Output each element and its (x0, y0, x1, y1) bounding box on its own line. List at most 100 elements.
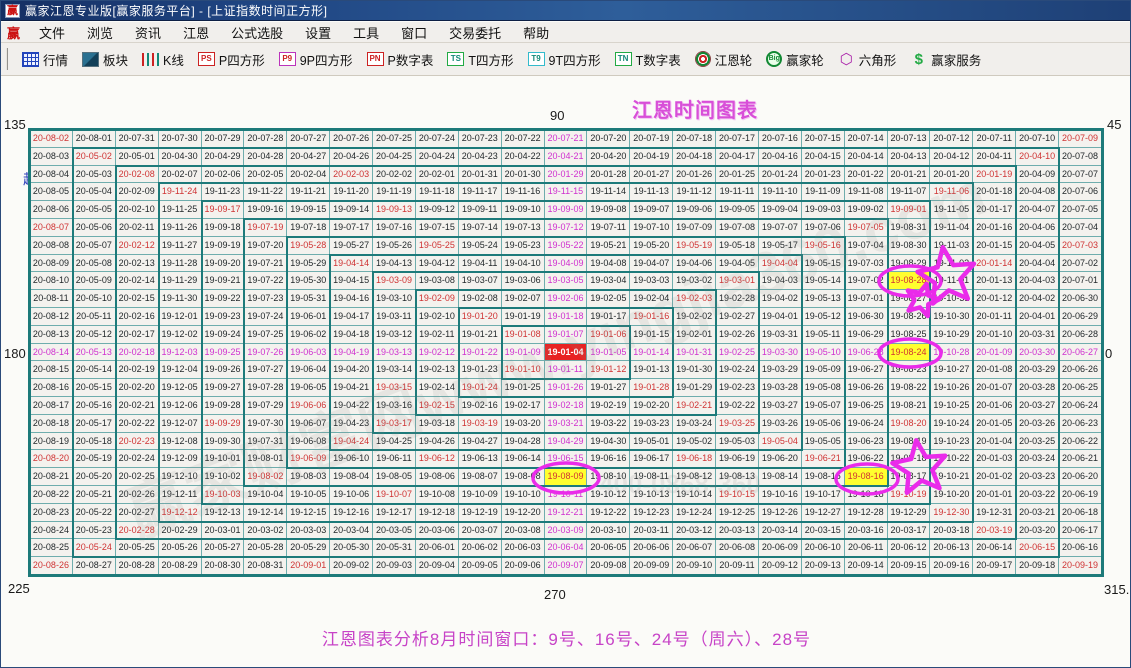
date-cell: 19-02-23 (716, 379, 759, 397)
toolbar-button[interactable]: K线 (135, 48, 191, 71)
date-cell: 19-02-25 (716, 344, 759, 362)
date-cell: 20-05-24 (73, 539, 116, 557)
date-cell: 19-01-26 (545, 379, 588, 397)
date-cell: 20-04-15 (802, 148, 845, 166)
toolbar-button[interactable]: 行情 (15, 48, 75, 71)
date-cell: 20-01-15 (973, 237, 1016, 255)
date-cell: 19-06-21 (802, 450, 845, 468)
menu-item[interactable]: 窗口 (390, 22, 438, 43)
menu-item[interactable]: 浏览 (76, 22, 124, 43)
date-cell: 20-01-21 (888, 166, 931, 184)
toolbar-button[interactable]: T99T四方形 (521, 48, 608, 71)
date-cell: 20-08-28 (116, 557, 159, 575)
date-cell: 19-04-27 (459, 433, 502, 451)
date-cell: 20-07-25 (373, 130, 416, 148)
date-cell: 20-02-02 (373, 166, 416, 184)
date-cell: 19-10-26 (930, 379, 973, 397)
date-cell: 20-03-16 (845, 522, 888, 540)
date-cell: 19-12-25 (716, 504, 759, 522)
date-cell: 19-06-11 (373, 450, 416, 468)
date-cell: 20-03-05 (373, 522, 416, 540)
date-cell: 19-10-23 (930, 433, 973, 451)
date-cell: 20-04-21 (545, 148, 588, 166)
menu-item[interactable]: 帮助 (512, 22, 560, 43)
date-cell: 19-11-12 (673, 183, 716, 201)
date-cell: 19-02-24 (716, 361, 759, 379)
date-cell: 20-08-22 (30, 486, 73, 504)
date-cell: 19-06-13 (459, 450, 502, 468)
date-cell: 19-04-04 (759, 255, 802, 273)
date-cell: 19-07-06 (802, 219, 845, 237)
toolbar-button[interactable]: 板块 (75, 48, 135, 71)
menu-item[interactable]: 公式选股 (220, 22, 294, 43)
date-cell: 19-12-04 (159, 361, 202, 379)
toolbar-button[interactable]: TNT数字表 (608, 48, 688, 71)
toolbar-button[interactable]: P99P四方形 (272, 48, 360, 71)
toolbar-items: 行情板块K线PSP四方形P99P四方形PNP数字表TST四方形T99T四方形TN… (15, 48, 988, 71)
date-cell: 20-02-01 (416, 166, 459, 184)
date-cell: 19-08-16 (845, 468, 888, 486)
date-cell: 19-10-25 (930, 397, 973, 415)
date-cell: 19-05-30 (287, 272, 330, 290)
date-cell: 19-02-01 (673, 326, 716, 344)
date-cell: 19-11-11 (716, 183, 759, 201)
menu-item[interactable]: 资讯 (124, 22, 172, 43)
toolbar-button[interactable]: Big赢家轮 (759, 48, 831, 71)
date-cell: 19-04-01 (759, 308, 802, 326)
date-cell: 19-05-11 (802, 326, 845, 344)
date-cell: 19-03-14 (373, 361, 416, 379)
date-cell: 20-03-04 (330, 522, 373, 540)
toolbar-button[interactable]: ⬡六角形 (831, 48, 904, 71)
hexagon-icon: ⬡ (838, 52, 855, 67)
menu-item[interactable]: 设置 (294, 22, 342, 43)
date-cell: 20-02-24 (116, 450, 159, 468)
date-cell: 20-08-20 (30, 450, 73, 468)
date-cell: 20-04-19 (630, 148, 673, 166)
date-cell: 19-09-06 (673, 201, 716, 219)
menu-item[interactable]: 江恩 (172, 22, 220, 43)
toolbar-button-label: P数字表 (388, 50, 434, 69)
date-cell: 19-10-17 (802, 486, 845, 504)
app-logo-icon: 赢 (5, 4, 20, 18)
date-cell: 20-04-17 (716, 148, 759, 166)
date-cell: 19-11-15 (545, 183, 588, 201)
date-cell: 20-06-18 (1059, 504, 1102, 522)
menu-item[interactable]: 工具 (342, 22, 390, 43)
date-cell: 19-09-29 (202, 415, 245, 433)
menu-item[interactable]: 交易委托 (438, 22, 512, 43)
menu-logo-icon: 赢 (7, 23, 20, 42)
toolbar-button[interactable]: TST四方形 (440, 48, 520, 71)
date-cell: 20-02-15 (116, 290, 159, 308)
date-cell: 19-02-21 (673, 397, 716, 415)
toolbar-button-label: 9P四方形 (300, 50, 353, 69)
date-cell: 19-07-11 (587, 219, 630, 237)
date-cell: 19-12-03 (159, 344, 202, 362)
date-cell: 20-05-22 (73, 504, 116, 522)
toolbar-button[interactable]: 江恩轮 (688, 48, 760, 71)
toolbar-button[interactable]: PNP数字表 (360, 48, 441, 71)
date-cell: 19-04-16 (330, 290, 373, 308)
toolbar-button[interactable]: $赢家服务 (903, 48, 988, 71)
date-cell: 19-10-13 (630, 486, 673, 504)
date-cell: 19-07-31 (244, 433, 287, 451)
date-cell: 20-05-14 (73, 361, 116, 379)
toolbar-button[interactable]: PSP四方形 (191, 48, 272, 71)
date-cell: 19-08-11 (630, 468, 673, 486)
date-cell: 20-06-16 (1059, 539, 1102, 557)
date-cell: 20-06-01 (416, 539, 459, 557)
date-cell: 19-02-11 (416, 326, 459, 344)
menu-item[interactable]: 文件 (28, 22, 76, 43)
toolbar-grip[interactable] (6, 48, 9, 70)
date-cell: 19-05-14 (802, 272, 845, 290)
date-cell: 20-03-14 (759, 522, 802, 540)
date-cell: 19-09-08 (587, 201, 630, 219)
date-cell: 19-05-05 (802, 433, 845, 451)
date-cell: 19-05-02 (673, 433, 716, 451)
date-cell: 20-05-11 (73, 308, 116, 326)
date-cell: 20-04-29 (202, 148, 245, 166)
date-cell: 20-08-15 (30, 361, 73, 379)
date-cell: 19-12-12 (159, 504, 202, 522)
t-number-icon: TN (615, 52, 632, 66)
date-cell: 20-01-07 (973, 379, 1016, 397)
date-cell: 19-07-07 (759, 219, 802, 237)
